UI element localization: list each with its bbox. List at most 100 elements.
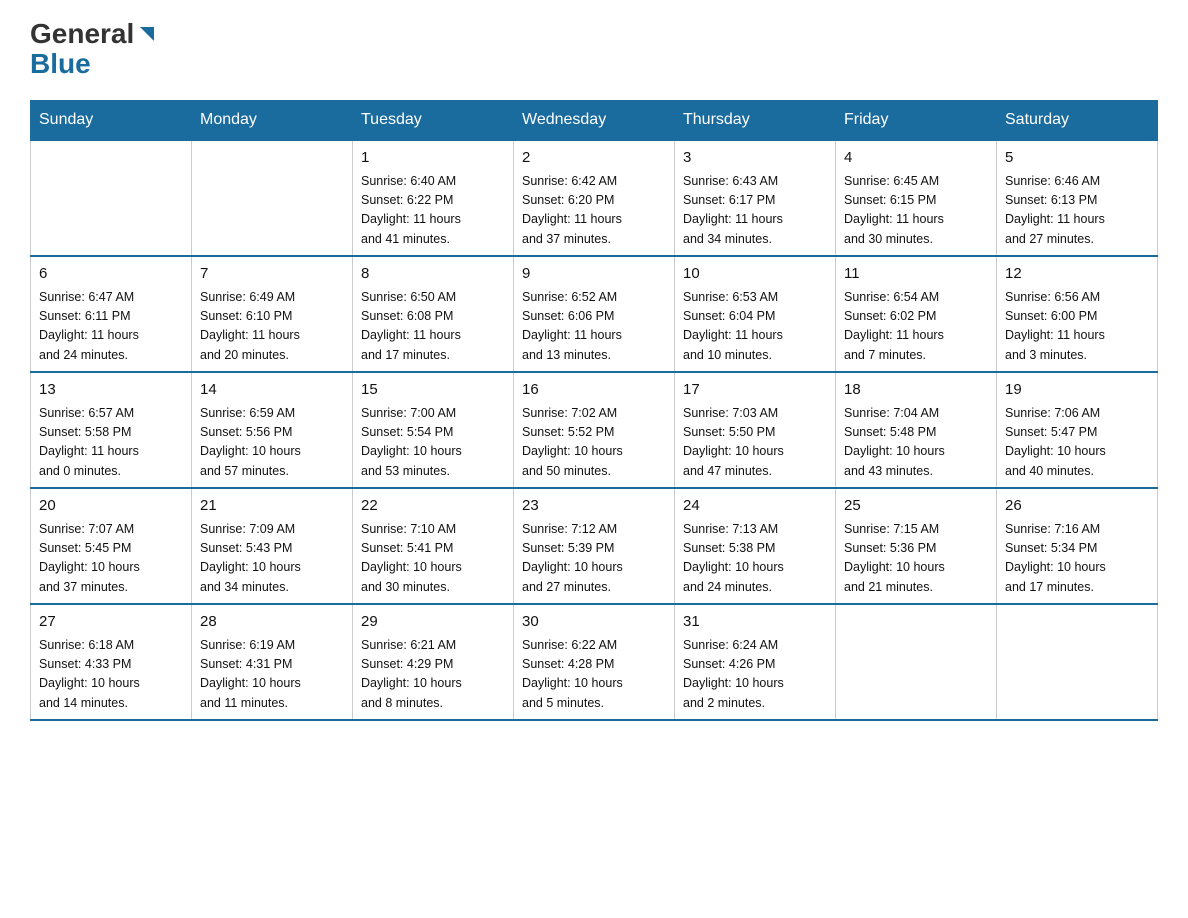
day-number: 9	[522, 263, 666, 286]
calendar-cell: 20Sunrise: 7:07 AM Sunset: 5:45 PM Dayli…	[31, 488, 192, 604]
calendar-week-row: 1Sunrise: 6:40 AM Sunset: 6:22 PM Daylig…	[31, 140, 1158, 256]
day-number: 30	[522, 611, 666, 634]
day-info: Sunrise: 6:56 AM Sunset: 6:00 PM Dayligh…	[1005, 288, 1149, 366]
logo-blue-text: Blue	[30, 48, 91, 79]
day-info: Sunrise: 7:13 AM Sunset: 5:38 PM Dayligh…	[683, 520, 827, 598]
day-number: 7	[200, 263, 344, 286]
day-info: Sunrise: 6:24 AM Sunset: 4:26 PM Dayligh…	[683, 636, 827, 714]
day-number: 18	[844, 379, 988, 402]
day-number: 14	[200, 379, 344, 402]
day-info: Sunrise: 6:45 AM Sunset: 6:15 PM Dayligh…	[844, 172, 988, 250]
day-info: Sunrise: 7:12 AM Sunset: 5:39 PM Dayligh…	[522, 520, 666, 598]
day-number: 12	[1005, 263, 1149, 286]
day-info: Sunrise: 6:40 AM Sunset: 6:22 PM Dayligh…	[361, 172, 505, 250]
calendar-cell: 21Sunrise: 7:09 AM Sunset: 5:43 PM Dayli…	[192, 488, 353, 604]
day-info: Sunrise: 7:04 AM Sunset: 5:48 PM Dayligh…	[844, 404, 988, 482]
day-info: Sunrise: 6:52 AM Sunset: 6:06 PM Dayligh…	[522, 288, 666, 366]
calendar-cell: 8Sunrise: 6:50 AM Sunset: 6:08 PM Daylig…	[353, 256, 514, 372]
day-number: 17	[683, 379, 827, 402]
calendar-cell: 27Sunrise: 6:18 AM Sunset: 4:33 PM Dayli…	[31, 604, 192, 720]
calendar-cell	[192, 140, 353, 256]
calendar-cell: 14Sunrise: 6:59 AM Sunset: 5:56 PM Dayli…	[192, 372, 353, 488]
calendar-cell: 12Sunrise: 6:56 AM Sunset: 6:00 PM Dayli…	[997, 256, 1158, 372]
calendar-cell: 31Sunrise: 6:24 AM Sunset: 4:26 PM Dayli…	[675, 604, 836, 720]
calendar-cell: 6Sunrise: 6:47 AM Sunset: 6:11 PM Daylig…	[31, 256, 192, 372]
calendar-cell: 9Sunrise: 6:52 AM Sunset: 6:06 PM Daylig…	[514, 256, 675, 372]
day-number: 28	[200, 611, 344, 634]
day-info: Sunrise: 7:02 AM Sunset: 5:52 PM Dayligh…	[522, 404, 666, 482]
calendar-cell: 10Sunrise: 6:53 AM Sunset: 6:04 PM Dayli…	[675, 256, 836, 372]
day-number: 19	[1005, 379, 1149, 402]
day-number: 10	[683, 263, 827, 286]
day-number: 20	[39, 495, 183, 518]
weekday-header-friday: Friday	[836, 101, 997, 141]
calendar-cell: 28Sunrise: 6:19 AM Sunset: 4:31 PM Dayli…	[192, 604, 353, 720]
calendar-cell: 13Sunrise: 6:57 AM Sunset: 5:58 PM Dayli…	[31, 372, 192, 488]
day-number: 15	[361, 379, 505, 402]
calendar-cell: 18Sunrise: 7:04 AM Sunset: 5:48 PM Dayli…	[836, 372, 997, 488]
calendar-cell: 25Sunrise: 7:15 AM Sunset: 5:36 PM Dayli…	[836, 488, 997, 604]
day-info: Sunrise: 6:46 AM Sunset: 6:13 PM Dayligh…	[1005, 172, 1149, 250]
day-number: 16	[522, 379, 666, 402]
calendar-cell: 4Sunrise: 6:45 AM Sunset: 6:15 PM Daylig…	[836, 140, 997, 256]
logo: General Blue	[30, 20, 158, 80]
day-info: Sunrise: 6:59 AM Sunset: 5:56 PM Dayligh…	[200, 404, 344, 482]
day-info: Sunrise: 7:00 AM Sunset: 5:54 PM Dayligh…	[361, 404, 505, 482]
calendar-week-row: 27Sunrise: 6:18 AM Sunset: 4:33 PM Dayli…	[31, 604, 1158, 720]
day-number: 21	[200, 495, 344, 518]
calendar-cell	[997, 604, 1158, 720]
day-number: 8	[361, 263, 505, 286]
calendar-cell: 16Sunrise: 7:02 AM Sunset: 5:52 PM Dayli…	[514, 372, 675, 488]
weekday-header-row: SundayMondayTuesdayWednesdayThursdayFrid…	[31, 101, 1158, 141]
day-number: 1	[361, 147, 505, 170]
day-info: Sunrise: 6:57 AM Sunset: 5:58 PM Dayligh…	[39, 404, 183, 482]
calendar-cell: 17Sunrise: 7:03 AM Sunset: 5:50 PM Dayli…	[675, 372, 836, 488]
calendar-cell: 30Sunrise: 6:22 AM Sunset: 4:28 PM Dayli…	[514, 604, 675, 720]
day-number: 2	[522, 147, 666, 170]
weekday-header-saturday: Saturday	[997, 101, 1158, 141]
day-number: 11	[844, 263, 988, 286]
calendar-cell: 1Sunrise: 6:40 AM Sunset: 6:22 PM Daylig…	[353, 140, 514, 256]
calendar-cell: 11Sunrise: 6:54 AM Sunset: 6:02 PM Dayli…	[836, 256, 997, 372]
calendar-cell: 5Sunrise: 6:46 AM Sunset: 6:13 PM Daylig…	[997, 140, 1158, 256]
weekday-header-wednesday: Wednesday	[514, 101, 675, 141]
day-info: Sunrise: 6:22 AM Sunset: 4:28 PM Dayligh…	[522, 636, 666, 714]
day-number: 13	[39, 379, 183, 402]
calendar-week-row: 20Sunrise: 7:07 AM Sunset: 5:45 PM Dayli…	[31, 488, 1158, 604]
calendar-cell	[836, 604, 997, 720]
calendar-table: SundayMondayTuesdayWednesdayThursdayFrid…	[30, 100, 1158, 721]
day-info: Sunrise: 6:54 AM Sunset: 6:02 PM Dayligh…	[844, 288, 988, 366]
day-info: Sunrise: 6:42 AM Sunset: 6:20 PM Dayligh…	[522, 172, 666, 250]
day-info: Sunrise: 6:19 AM Sunset: 4:31 PM Dayligh…	[200, 636, 344, 714]
day-info: Sunrise: 6:21 AM Sunset: 4:29 PM Dayligh…	[361, 636, 505, 714]
day-info: Sunrise: 7:03 AM Sunset: 5:50 PM Dayligh…	[683, 404, 827, 482]
day-number: 29	[361, 611, 505, 634]
day-number: 31	[683, 611, 827, 634]
day-number: 23	[522, 495, 666, 518]
day-info: Sunrise: 6:43 AM Sunset: 6:17 PM Dayligh…	[683, 172, 827, 250]
calendar-cell: 29Sunrise: 6:21 AM Sunset: 4:29 PM Dayli…	[353, 604, 514, 720]
day-number: 27	[39, 611, 183, 634]
logo-arrow-icon	[136, 23, 158, 45]
day-number: 4	[844, 147, 988, 170]
day-number: 26	[1005, 495, 1149, 518]
day-info: Sunrise: 7:07 AM Sunset: 5:45 PM Dayligh…	[39, 520, 183, 598]
day-info: Sunrise: 7:15 AM Sunset: 5:36 PM Dayligh…	[844, 520, 988, 598]
weekday-header-sunday: Sunday	[31, 101, 192, 141]
calendar-cell	[31, 140, 192, 256]
calendar-week-row: 13Sunrise: 6:57 AM Sunset: 5:58 PM Dayli…	[31, 372, 1158, 488]
page-header: General Blue	[30, 20, 1158, 80]
day-info: Sunrise: 6:53 AM Sunset: 6:04 PM Dayligh…	[683, 288, 827, 366]
calendar-cell: 2Sunrise: 6:42 AM Sunset: 6:20 PM Daylig…	[514, 140, 675, 256]
logo-general-text: General	[30, 20, 134, 48]
day-number: 25	[844, 495, 988, 518]
weekday-header-tuesday: Tuesday	[353, 101, 514, 141]
calendar-cell: 7Sunrise: 6:49 AM Sunset: 6:10 PM Daylig…	[192, 256, 353, 372]
calendar-week-row: 6Sunrise: 6:47 AM Sunset: 6:11 PM Daylig…	[31, 256, 1158, 372]
day-info: Sunrise: 6:18 AM Sunset: 4:33 PM Dayligh…	[39, 636, 183, 714]
calendar-cell: 22Sunrise: 7:10 AM Sunset: 5:41 PM Dayli…	[353, 488, 514, 604]
day-number: 5	[1005, 147, 1149, 170]
weekday-header-monday: Monday	[192, 101, 353, 141]
calendar-cell: 3Sunrise: 6:43 AM Sunset: 6:17 PM Daylig…	[675, 140, 836, 256]
day-info: Sunrise: 6:47 AM Sunset: 6:11 PM Dayligh…	[39, 288, 183, 366]
